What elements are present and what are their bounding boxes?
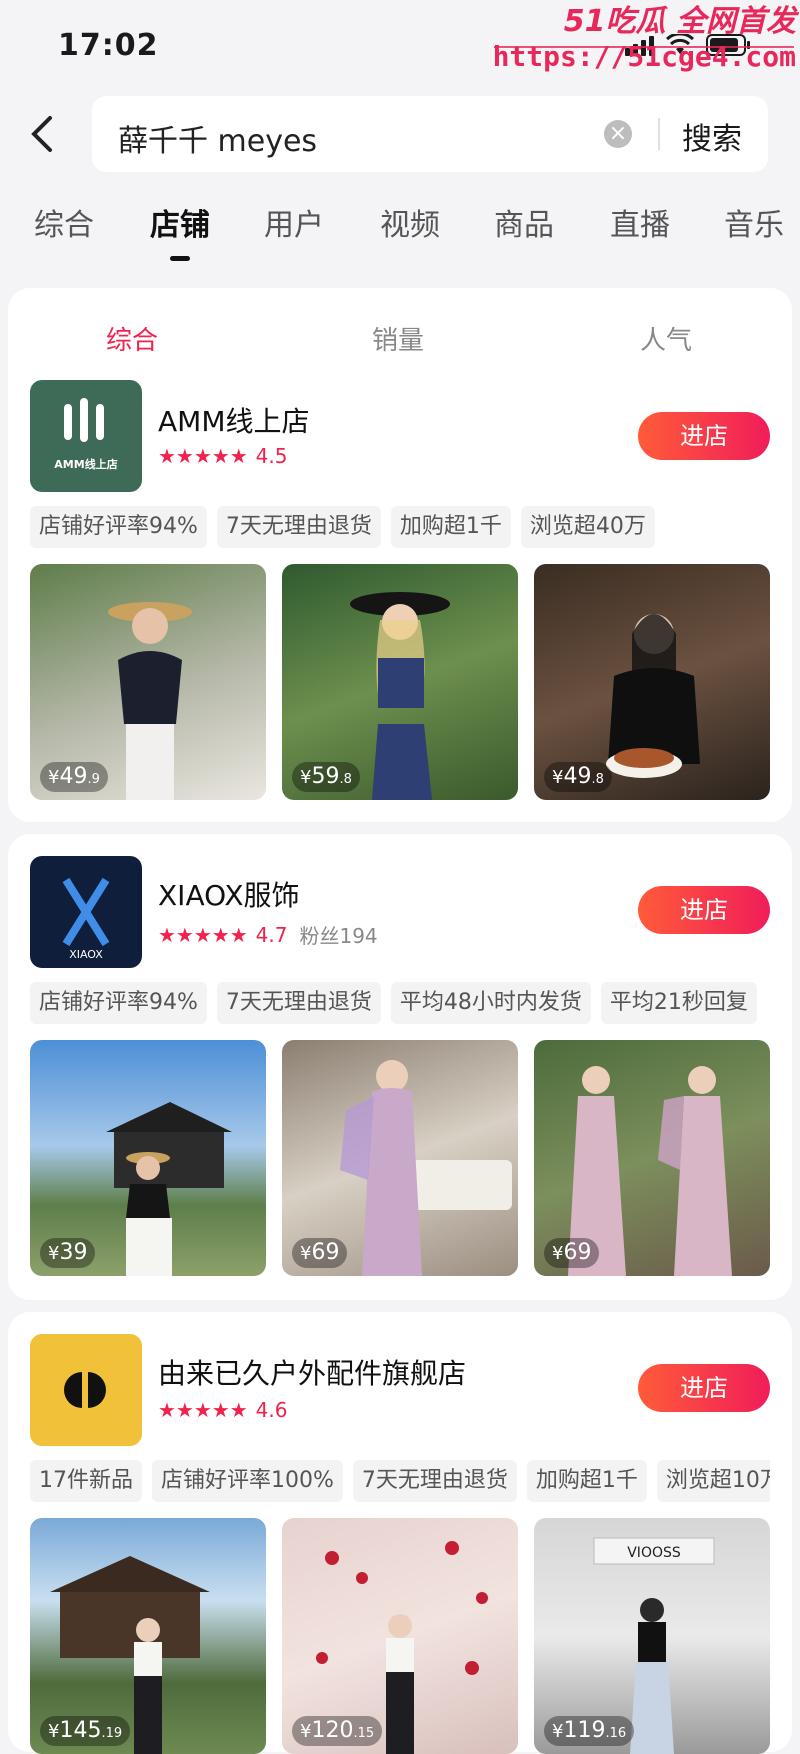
xiaox-logo-icon: XIAOX xyxy=(62,877,110,961)
search-input[interactable]: 薛千千 meyes × 搜索 xyxy=(92,96,768,172)
product-thumbnail[interactable]: ¥69 xyxy=(534,1040,770,1276)
product-thumbnail[interactable]: ¥120.15 xyxy=(282,1518,518,1754)
tab-music[interactable]: 音乐 xyxy=(724,200,784,244)
tab-underline xyxy=(170,256,190,261)
store-name[interactable]: 由来已久户外配件旗舰店 xyxy=(158,1352,466,1392)
category-tabs: 综合 店铺 用户 视频 商品 直播 音乐 xyxy=(0,200,800,261)
store-tag: 店铺好评率94% xyxy=(30,506,207,548)
tab-videos[interactable]: 视频 xyxy=(380,200,440,244)
store-tag: 浏览超40万 xyxy=(520,506,655,548)
product-price: ¥120.15 xyxy=(292,1716,383,1746)
search-divider xyxy=(658,118,660,150)
product-thumbnail[interactable]: ¥49.8 xyxy=(534,564,770,800)
enter-store-button[interactable]: 进店 xyxy=(638,412,770,460)
sort-tabs: 综合 销量 人气 xyxy=(8,306,792,356)
store-rating: ★★★★★ 4.5 xyxy=(158,444,287,468)
product-thumbnail[interactable]: ¥59.8 xyxy=(282,564,518,800)
store-tag: 平均21秒回复 xyxy=(600,982,757,1024)
product-thumbnail[interactable]: ¥145.19 xyxy=(30,1518,266,1754)
sort-tab-popularity[interactable]: 人气 xyxy=(640,320,692,357)
search-query: 薛千千 meyes xyxy=(118,124,318,159)
watermark-title: 51吃瓜 全网首发 xyxy=(563,4,796,39)
product-price: ¥119.16 xyxy=(544,1716,635,1746)
rating-stars-icon: ★★★★★ xyxy=(158,444,248,468)
store-card: 综合 销量 人气 AMM线上店 AMM线上店 ★★★★★ 4.5 进店 店铺好评… xyxy=(8,288,792,822)
clear-icon[interactable]: × xyxy=(604,120,632,148)
store-tag: 加购超1千 xyxy=(390,506,511,548)
svg-text:VIOOSS: VIOOSS xyxy=(627,1545,681,1561)
enter-store-button[interactable]: 进店 xyxy=(638,1364,770,1412)
product-thumbnail[interactable]: ¥69 xyxy=(282,1040,518,1276)
store-logo[interactable] xyxy=(30,1334,142,1446)
store-rating: ★★★★★ 4.7 粉丝194 xyxy=(158,920,378,949)
product-price: ¥49.8 xyxy=(544,762,612,792)
store-logo-icon xyxy=(64,1372,106,1408)
store-rating: ★★★★★ 4.6 xyxy=(158,1398,287,1422)
rating-score: 4.5 xyxy=(255,444,288,468)
tab-all[interactable]: 综合 xyxy=(34,200,94,244)
fans-count: 粉丝194 xyxy=(299,924,378,948)
store-tag: 7天无理由退货 xyxy=(216,982,381,1024)
enter-store-button[interactable]: 进店 xyxy=(638,886,770,934)
store-tag: 平均48小时内发货 xyxy=(390,982,591,1024)
store-tags: 店铺好评率94% 7天无理由退货 平均48小时内发货 平均21秒回复 xyxy=(30,982,770,1024)
store-tag: 7天无理由退货 xyxy=(216,506,381,548)
tab-products[interactable]: 商品 xyxy=(494,200,554,244)
rating-score: 4.6 xyxy=(255,1398,288,1422)
tab-users[interactable]: 用户 xyxy=(264,200,324,244)
watermark-url: https://51cge4.com xyxy=(492,40,796,73)
store-tag: 浏览超10万 xyxy=(656,1460,770,1502)
rating-stars-icon: ★★★★★ xyxy=(158,1398,248,1422)
tab-stores[interactable]: 店铺 xyxy=(150,200,210,244)
store-tag: 店铺好评率100% xyxy=(152,1460,343,1502)
product-price: ¥145.19 xyxy=(40,1716,131,1746)
product-thumbnail[interactable]: ¥39 xyxy=(30,1040,266,1276)
product-thumbnail[interactable]: ¥49.9 xyxy=(30,564,266,800)
store-tag: 店铺好评率94% xyxy=(30,982,207,1024)
logo-text: AMM线上店 xyxy=(54,457,117,471)
store-logo[interactable]: AMM线上店 xyxy=(30,380,142,492)
store-logo[interactable]: XIAOX xyxy=(30,856,142,968)
product-price: ¥59.8 xyxy=(292,762,360,792)
store-tag: 加购超1千 xyxy=(526,1460,647,1502)
store-card: 由来已久户外配件旗舰店 ★★★★★ 4.6 进店 17件新品 店铺好评率100%… xyxy=(8,1312,792,1754)
watermark: 51吃瓜 全网首发 https://51cge4.com xyxy=(493,0,796,73)
logo-text: XIAOX xyxy=(69,948,103,961)
watermark-rule xyxy=(494,46,794,48)
product-price: ¥69 xyxy=(544,1238,600,1268)
store-tags: 17件新品 店铺好评率100% 7天无理由退货 加购超1千 浏览超10万 xyxy=(30,1460,770,1502)
store-card: XIAOX XIAOX服饰 ★★★★★ 4.7 粉丝194 进店 店铺好评率94… xyxy=(8,834,792,1300)
product-price: ¥39 xyxy=(40,1238,96,1268)
rating-score: 4.7 xyxy=(255,922,288,947)
product-thumbnail[interactable]: VIOOSS ¥119.16 xyxy=(534,1518,770,1754)
store-tag: 7天无理由退货 xyxy=(352,1460,517,1502)
search-row: 薛千千 meyes × 搜索 xyxy=(0,96,800,176)
sort-tab-sales[interactable]: 销量 xyxy=(372,320,424,357)
product-price: ¥69 xyxy=(292,1238,348,1268)
sort-tab-all[interactable]: 综合 xyxy=(106,320,158,357)
tab-live[interactable]: 直播 xyxy=(610,200,670,244)
store-name[interactable]: AMM线上店 xyxy=(158,400,309,440)
amm-logo-icon: AMM线上店 xyxy=(54,398,118,471)
back-icon[interactable] xyxy=(26,114,66,154)
search-button[interactable]: 搜索 xyxy=(682,114,742,158)
store-tags: 店铺好评率94% 7天无理由退货 加购超1千 浏览超40万 xyxy=(30,506,770,548)
clock: 17:02 xyxy=(58,28,159,63)
store-tag: 17件新品 xyxy=(30,1460,142,1502)
store-name[interactable]: XIAOX服饰 xyxy=(158,874,300,914)
rating-stars-icon: ★★★★★ xyxy=(158,922,248,947)
product-price: ¥49.9 xyxy=(40,762,108,792)
